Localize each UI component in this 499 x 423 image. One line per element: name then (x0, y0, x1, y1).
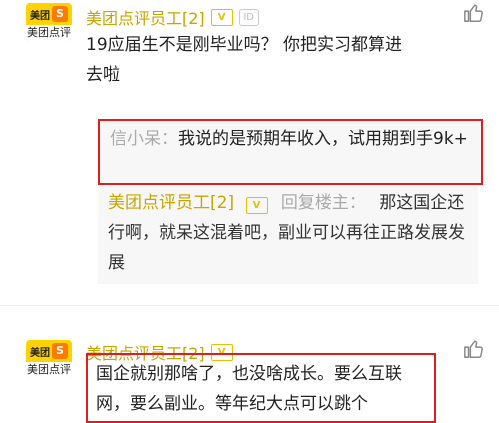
brand-name: 美团 (30, 10, 50, 22)
comment-text: 国企就别那啥了，也没啥成长。要么互联网，要么副业。等年纪大点可以跳个 (86, 353, 436, 423)
quoted-reply: 信小呆：我说的是预期年收入，试用期到手9k+ (98, 119, 483, 185)
brand-name: 美团 (30, 347, 50, 359)
thumbs-up-icon[interactable] (463, 338, 485, 360)
id-badge-icon: ID (238, 8, 259, 26)
meituan-logo: 美团 S (26, 3, 72, 25)
vip-badge-icon: V (245, 197, 268, 214)
brand-subtitle: 美团点评 (26, 362, 72, 378)
meituan-logo-icon: S (52, 343, 68, 359)
meituan-logo-icon: S (52, 6, 68, 22)
sub-reply: 美团点评员工[2] V 回复楼主： 那这国企还行啊，就呆这混着吧，副业可以再往正… (98, 186, 478, 284)
reply-to-label: 回复楼主： (280, 193, 366, 213)
divider (0, 305, 499, 306)
reply-text: 我说的是预期年收入，试用期到手9k+ (178, 129, 468, 149)
reply-author[interactable]: 信小呆： (110, 129, 178, 149)
sub-reply-username[interactable]: 美团点评员工[2] (108, 193, 234, 213)
vip-badge-icon: V (210, 8, 233, 26)
comment-text: 19应届生不是刚毕业吗？ 你把实习都算进去啦 (86, 35, 403, 85)
avatar[interactable]: 美团 S 美团点评 (26, 340, 72, 378)
thumbs-up-icon[interactable] (463, 2, 485, 24)
meituan-logo: 美团 S (26, 340, 72, 362)
avatar[interactable]: 美团 S 美团点评 (26, 3, 72, 41)
comment-header: 美团点评员工[2] V ID (86, 5, 259, 29)
username[interactable]: 美团点评员工[2] (86, 5, 205, 29)
brand-subtitle: 美团点评 (26, 25, 72, 41)
